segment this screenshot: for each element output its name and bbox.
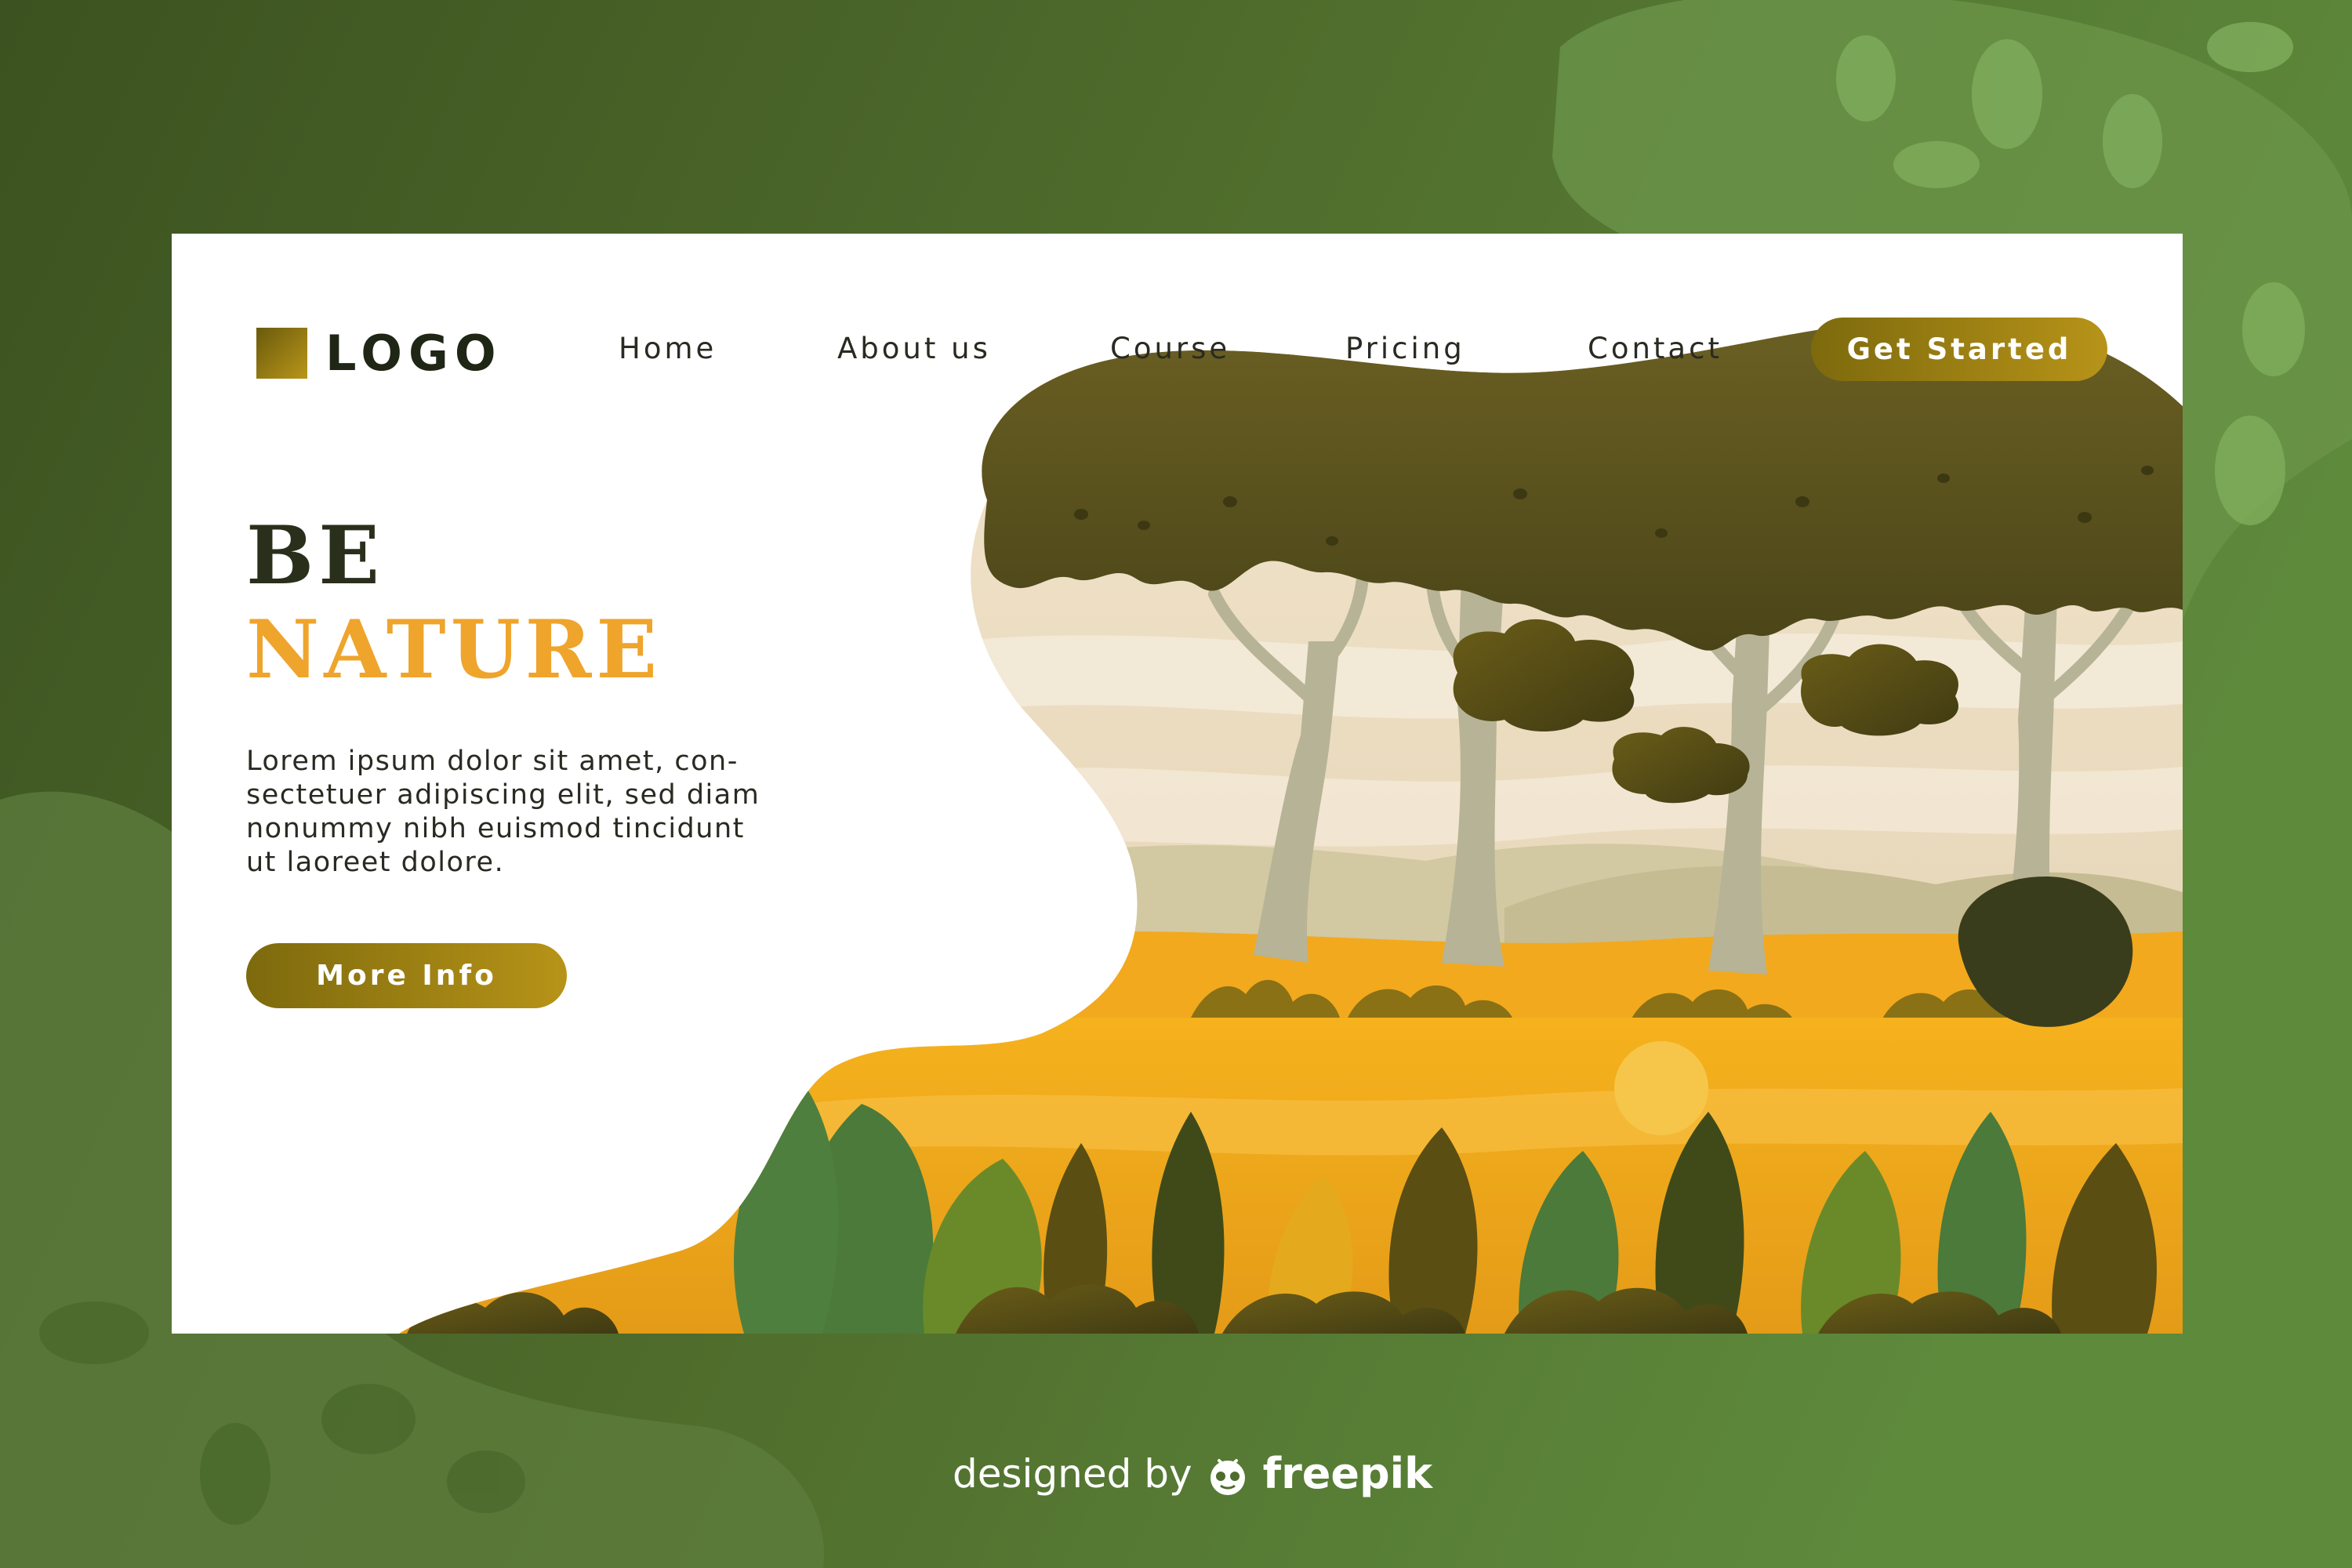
- logo-square-icon: [256, 328, 307, 379]
- nav-course[interactable]: Course: [1110, 331, 1230, 367]
- hero-description-line: Lorem ipsum dolor sit amet, con-: [246, 746, 739, 777]
- nav-contact[interactable]: Contact: [1588, 331, 1722, 367]
- nav-home[interactable]: Home: [619, 331, 717, 367]
- hero-description: Lorem ipsum dolor sit amet, con- sectetu…: [246, 745, 811, 880]
- more-info-button[interactable]: More Info: [246, 943, 567, 1008]
- hero-description-line: ut laoreet dolore.: [246, 847, 505, 878]
- credit-text: designed by: [953, 1451, 1192, 1497]
- credit-brand[interactable]: freepik: [1263, 1450, 1432, 1497]
- hero-description-line: nonummy nibh euismod tincidunt: [246, 813, 745, 844]
- designer-credit: designed by freepik: [953, 1443, 1432, 1505]
- get-started-button[interactable]: Get Started: [1811, 318, 2107, 381]
- freepik-logo-icon: [1210, 1459, 1245, 1495]
- nav-pricing[interactable]: Pricing: [1345, 331, 1465, 367]
- nav-about-us[interactable]: About us: [837, 331, 991, 367]
- hero-title-line-2: NATURE: [246, 603, 662, 697]
- logo[interactable]: LOGO: [325, 326, 503, 381]
- hero-description-line: sectetuer adipiscing elit, sed diam: [246, 779, 760, 811]
- hero-title-line-1: BE: [246, 509, 384, 603]
- landing-page-card: LOGO Home About us Course Pricing Contac…: [172, 234, 2183, 1334]
